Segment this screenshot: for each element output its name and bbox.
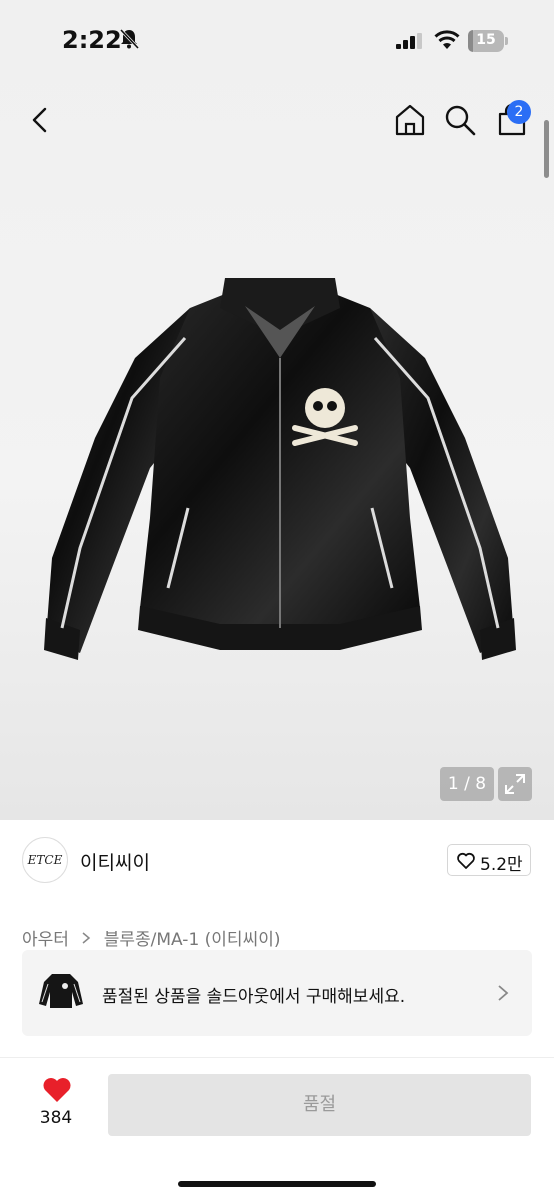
fullscreen-expand-button[interactable] <box>498 767 532 801</box>
chevron-right-icon <box>498 985 509 1001</box>
battery-percentage: 15 <box>476 32 496 48</box>
heart-outline-icon <box>457 852 475 869</box>
cart-count-badge: 2 <box>507 100 531 124</box>
home-indicator <box>178 1181 376 1187</box>
scrollbar <box>544 120 549 178</box>
brand-name[interactable]: 이티씨이 <box>80 848 150 875</box>
brand-logo[interactable]: ETCE <box>22 837 68 883</box>
battery-indicator: 15 <box>468 30 508 52</box>
back-button[interactable] <box>24 102 58 138</box>
status-bar: 2:22 15 <box>0 0 554 80</box>
brand-like-button[interactable]: 5.2만 <box>447 844 531 876</box>
soldout-buy-button[interactable]: 품절 <box>108 1074 531 1136</box>
product-photo[interactable] <box>40 268 520 668</box>
chevron-right-icon <box>82 931 91 944</box>
banner-product-thumbnail <box>39 974 83 1008</box>
brand-like-count: 5.2만 <box>480 855 523 875</box>
banner-text: 품절된 상품을 솔드아웃에서 구매해보세요. <box>102 987 406 1007</box>
soldout-promo-banner[interactable]: 품절된 상품을 솔드아웃에서 구매해보세요. <box>22 950 532 1036</box>
breadcrumb-category[interactable]: 아우터 <box>22 925 69 950</box>
bell-off-icon <box>119 28 140 50</box>
wishlist-count: 384 <box>39 1108 73 1128</box>
search-button[interactable] <box>442 102 478 138</box>
status-time: 2:22 <box>62 26 122 54</box>
wifi-icon <box>434 30 460 49</box>
home-button[interactable] <box>392 102 428 138</box>
image-counter: 1 / 8 <box>440 767 494 801</box>
heart-filled-icon[interactable] <box>42 1076 72 1104</box>
cellular-signal-icon <box>396 33 422 49</box>
breadcrumb-subcategory[interactable]: 블루종/MA-1 (이티씨이) <box>104 925 281 950</box>
breadcrumb: 아우터 블루종/MA-1 (이티씨이) <box>22 925 280 950</box>
